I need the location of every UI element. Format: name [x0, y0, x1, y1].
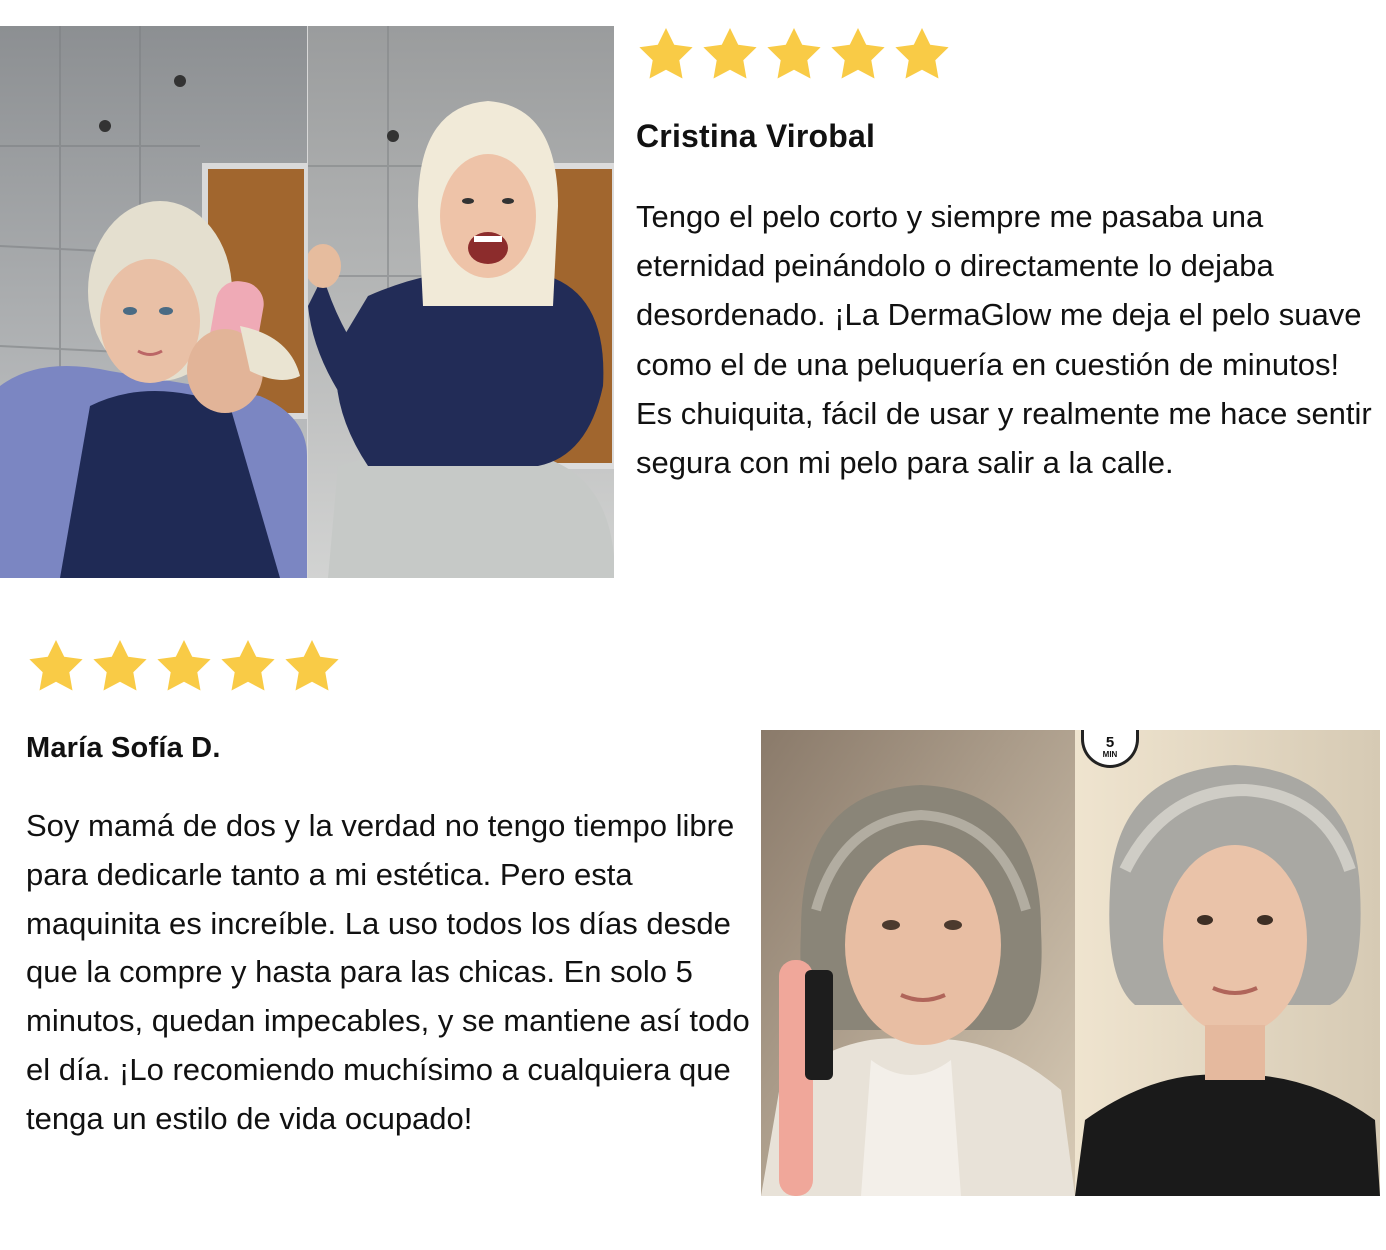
- star-icon: [636, 26, 696, 86]
- star-icon: [218, 638, 278, 698]
- star-icon: [764, 26, 824, 86]
- review-text: Tengo el pelo corto y siempre me pasaba …: [636, 199, 1372, 481]
- reviewer-name: María Sofía D.: [26, 732, 221, 764]
- timer-number: 5: [1105, 733, 1115, 751]
- star-icon: [282, 638, 342, 698]
- review-1-before-photo: [0, 26, 307, 578]
- review-1-after-photo: [306, 26, 614, 578]
- review-2-after-photo: 5 MIN: [1075, 730, 1380, 1196]
- review-text: Soy mamá de dos y la verdad no tengo tie…: [26, 808, 750, 1136]
- star-icon: [892, 26, 952, 86]
- reviewer-name: Cristina Virobal: [636, 118, 876, 154]
- review-2-photo-collage: 5 MIN: [761, 730, 1380, 1196]
- star-icon: [828, 26, 888, 86]
- star-icon: [154, 638, 214, 698]
- review-2-rating-stars: [26, 638, 342, 698]
- star-icon: [90, 638, 150, 698]
- star-icon: [26, 638, 86, 698]
- timer-unit: MIN: [1102, 749, 1118, 759]
- review-1-photo-collage: [0, 26, 614, 578]
- star-icon: [700, 26, 760, 86]
- review-2-before-photo: [761, 730, 1075, 1196]
- review-1-rating-stars: [636, 26, 952, 86]
